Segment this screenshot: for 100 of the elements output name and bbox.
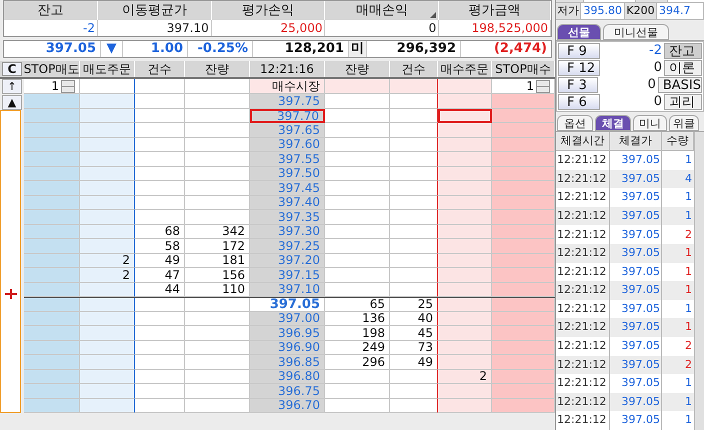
- scrollbar[interactable]: [694, 132, 704, 430]
- trade-quantity: 1: [684, 300, 693, 317]
- info-button[interactable]: 괴리: [664, 94, 702, 110]
- table-cell: [492, 166, 555, 181]
- table-cell: [185, 384, 250, 398]
- table-cell: 58: [135, 239, 185, 254]
- table-cell: [492, 298, 555, 312]
- price-cell: 397.05: [250, 298, 325, 312]
- clear-button[interactable]: C: [2, 62, 22, 76]
- futures-month-button[interactable]: F 12: [558, 60, 600, 76]
- summary-value: 0: [325, 20, 440, 36]
- column-header: STOP매도: [24, 61, 80, 77]
- plus-icon[interactable]: [4, 289, 16, 299]
- column-header: 건수: [390, 61, 438, 77]
- table-cell: [80, 196, 135, 210]
- quote-label: K200: [625, 2, 657, 20]
- tab[interactable]: 체결: [595, 115, 631, 132]
- table-cell: [438, 268, 492, 282]
- top-button[interactable]: ▲: [2, 95, 22, 110]
- table-cell: 45: [390, 326, 438, 340]
- spinner-buttons[interactable]: [61, 80, 75, 92]
- up-button[interactable]: ↑: [2, 79, 22, 94]
- table-cell: [24, 123, 80, 138]
- table-cell: [80, 398, 135, 413]
- table-cell: [185, 138, 250, 152]
- trade-quantity: 2: [684, 226, 693, 243]
- info-button[interactable]: BASIS: [658, 77, 702, 94]
- table-cell: [24, 196, 80, 210]
- table-cell: [80, 210, 135, 224]
- trade-quantity: 2: [684, 338, 693, 354]
- table-cell: 181: [185, 254, 250, 268]
- table-cell: [492, 326, 555, 340]
- column-header: 평가손익: [212, 1, 326, 20]
- table-cell: 296: [325, 355, 390, 370]
- table-cell: [80, 224, 135, 239]
- table-cell: [438, 123, 492, 138]
- table-cell: [438, 312, 492, 326]
- price-cell: 397.75: [250, 94, 325, 108]
- info-button[interactable]: 이론: [664, 60, 702, 76]
- tab[interactable]: 미니선물: [603, 24, 669, 40]
- price-cell: 396.75: [250, 384, 325, 398]
- price-cell: 397.15: [250, 268, 325, 282]
- table-cell: [492, 152, 555, 166]
- trade-quantity: 1: [684, 319, 693, 336]
- table-cell: [492, 138, 555, 152]
- table-cell: [185, 398, 250, 413]
- table-cell: [24, 268, 80, 282]
- table-cell: [325, 196, 390, 210]
- table-cell: [438, 196, 492, 210]
- price-cell: 397.30: [250, 224, 325, 239]
- table-cell: [492, 384, 555, 398]
- futures-balance: 0: [646, 77, 657, 94]
- column-header: 평가금액: [439, 1, 551, 20]
- table-cell: [390, 138, 438, 152]
- futures-month-button[interactable]: F 6: [558, 94, 600, 110]
- table-cell: [24, 239, 80, 254]
- summary-value: -2: [4, 20, 98, 36]
- table-cell: [325, 282, 390, 297]
- table-cell: [24, 210, 80, 224]
- table-cell: [390, 254, 438, 268]
- price-cell: 397.00: [250, 312, 325, 326]
- table-cell: [492, 398, 555, 413]
- trade-time: 12:21:12: [556, 411, 610, 430]
- table-cell: [438, 384, 492, 398]
- table-cell: [492, 312, 555, 326]
- table-cell: [185, 181, 250, 196]
- trade-quantity: 1: [684, 394, 693, 410]
- trade-quantity: 1: [684, 375, 693, 392]
- info-button[interactable]: 잔고: [664, 43, 702, 60]
- summary-value: 198,525,000: [439, 20, 551, 36]
- table-cell: [135, 384, 185, 398]
- price-cell: 396.70: [250, 398, 325, 413]
- table-cell: [185, 340, 250, 355]
- table-cell: [390, 79, 438, 94]
- price-cell: 396.80: [250, 370, 325, 384]
- table-cell: [492, 224, 555, 239]
- table-cell: [325, 224, 390, 239]
- futures-month-button[interactable]: F 3: [558, 77, 598, 94]
- table-cell: [24, 326, 80, 340]
- trade-price: 397.05: [610, 411, 662, 430]
- table-cell: 73: [390, 340, 438, 355]
- table-cell: 68: [135, 224, 185, 239]
- tab[interactable]: 선물: [557, 24, 601, 40]
- table-cell: [325, 138, 390, 152]
- column-header: 12:21:16: [250, 61, 325, 77]
- summary-value: 397.10: [98, 20, 212, 36]
- table-cell: [80, 326, 135, 340]
- table-cell: [492, 340, 555, 355]
- tab[interactable]: 위클: [669, 115, 699, 132]
- futures-balance: 0: [652, 94, 663, 110]
- table-cell: [492, 108, 555, 123]
- tab[interactable]: 미니: [633, 115, 667, 132]
- spinner-buttons[interactable]: [536, 80, 550, 92]
- table-cell: [24, 138, 80, 152]
- table-cell: [135, 166, 185, 181]
- futures-month-button[interactable]: F 9: [558, 43, 600, 60]
- column-header: 매도주문: [80, 61, 135, 77]
- tab[interactable]: 옵션: [557, 115, 593, 132]
- table-cell: [438, 224, 492, 239]
- open-interest-change: (2,474): [492, 41, 548, 57]
